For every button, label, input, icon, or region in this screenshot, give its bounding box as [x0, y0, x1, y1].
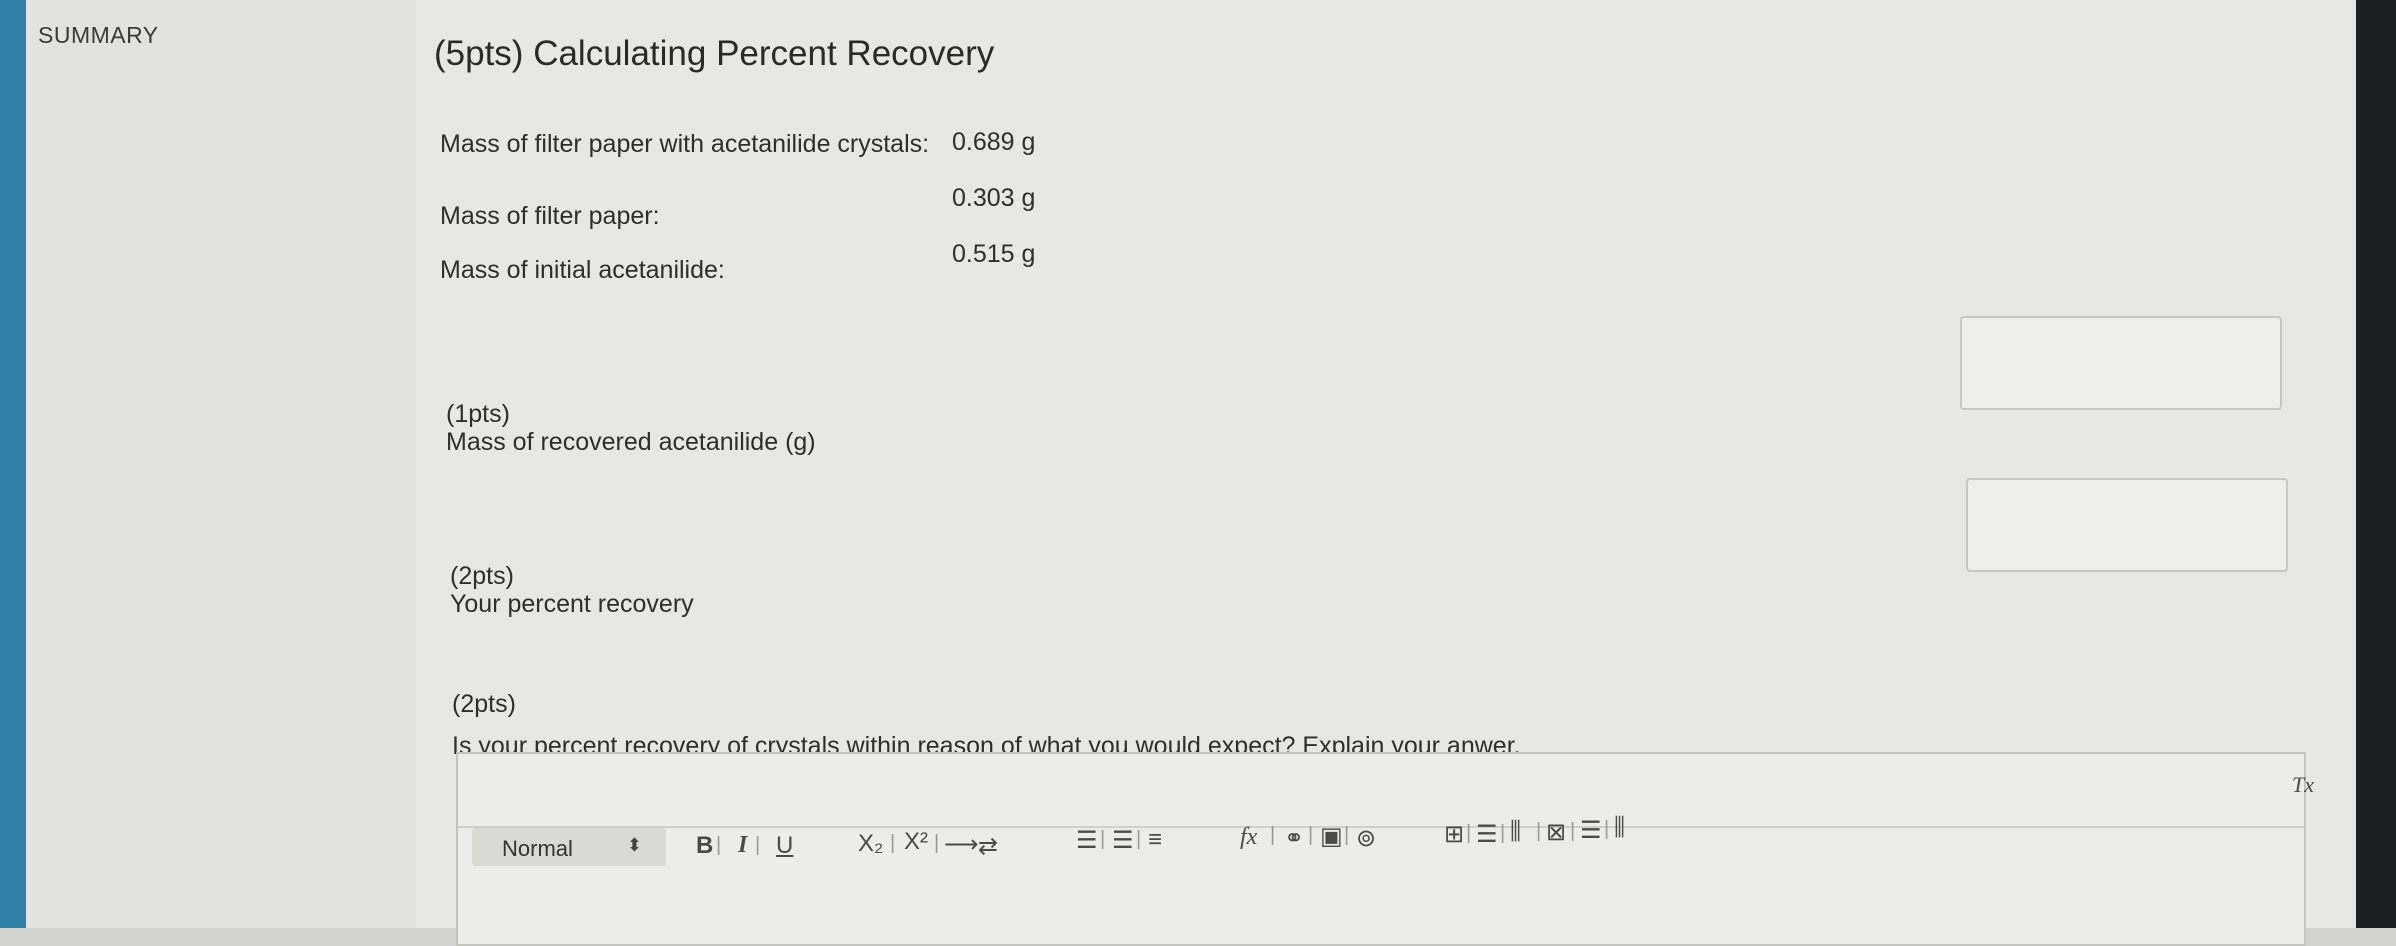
question-points: (2pts) — [452, 690, 516, 718]
clear-format-icon[interactable]: Tx — [2292, 772, 2314, 798]
question-explain: (2pts) Is your percent recovery of cryst… — [452, 690, 1521, 760]
question-points: (1pts) — [446, 400, 510, 428]
row-label-filter-paper: Mass of filter paper: — [440, 202, 660, 230]
sidebar-title[interactable]: SUMMARY — [38, 22, 159, 49]
row-value-filter-paper-with-crystals: 0.689 g — [952, 128, 1036, 156]
sidebar: SUMMARY — [26, 0, 417, 928]
question-percent-recovery: (2pts) Your percent recovery — [450, 562, 694, 618]
question-points: (2pts) — [450, 562, 514, 590]
rich-text-editor[interactable]: B | I | U X₂ | X² | ⟶ ⇄ ☰ | ☰ | ≡ fx | ⚭… — [456, 752, 2314, 946]
main-panel: (5pts) Calculating Percent Recovery Mass… — [416, 0, 2356, 946]
question-text: Mass of recovered acetanilide (g) — [446, 428, 816, 456]
row-label-filter-paper-with-crystals: Mass of filter paper with acetanilide cr… — [440, 130, 930, 158]
screen-bezel — [2356, 0, 2396, 928]
window-edge — [0, 0, 26, 928]
editor-content-area[interactable] — [458, 826, 2304, 944]
question-recovered-mass: (1pts) Mass of recovered acetanilide (g) — [446, 400, 816, 456]
editor-toolbar: B | I | U X₂ | X² | ⟶ ⇄ ☰ | ☰ | ≡ fx | ⚭… — [458, 754, 2314, 866]
section-title: (5pts) Calculating Percent Recovery — [434, 34, 995, 73]
question-text: Your percent recovery — [450, 590, 694, 618]
recovered-mass-input[interactable] — [1960, 316, 2282, 410]
row-value-filter-paper: 0.303 g — [952, 184, 1036, 212]
row-label-initial-acetanilide: Mass of initial acetanilide: — [440, 256, 725, 284]
row-value-initial-acetanilide: 0.515 g — [952, 240, 1036, 268]
percent-recovery-input[interactable] — [1966, 478, 2288, 572]
